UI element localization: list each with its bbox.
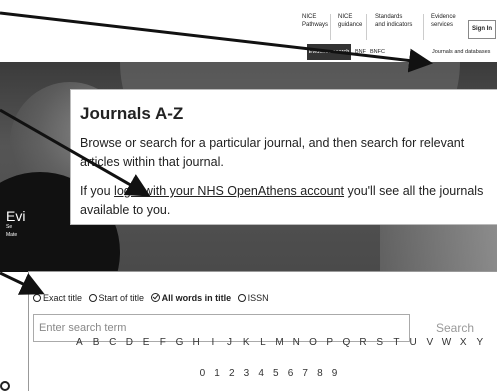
top-navigation: NICE Pathways NICE guidance Standards an… [256, 8, 497, 44]
sign-in-button[interactable]: Sign In [468, 20, 496, 39]
nav-label-line2: and indicators [375, 22, 413, 28]
letter-link[interactable]: N [288, 337, 305, 348]
letter-link[interactable]: I [205, 337, 222, 348]
login-note-prefix: If you [80, 184, 115, 198]
number-link[interactable]: 0 [195, 368, 210, 379]
hero-subtitle: Se [6, 224, 13, 230]
radio-unchecked-icon [88, 293, 97, 302]
letter-link[interactable]: L [255, 337, 272, 348]
radio-issn[interactable]: ISSN [237, 292, 269, 303]
radio-label: Start of title [98, 292, 145, 303]
letter-link[interactable]: W [438, 337, 455, 348]
letter-link[interactable]: A [71, 337, 88, 348]
letter-link[interactable]: P [321, 337, 338, 348]
alphabet-index: ABCDEFGHIJKLMNOPQRSTUVWXY [71, 337, 483, 348]
subnav-journals-databases[interactable]: Journals and databases [432, 44, 490, 60]
letter-link[interactable]: E [138, 337, 155, 348]
letter-link[interactable]: F [154, 337, 171, 348]
letter-link[interactable]: S [371, 337, 388, 348]
nav-divider [366, 14, 367, 40]
nav-standards-indicators[interactable]: Standards and indicators [375, 8, 412, 44]
number-link[interactable]: 8 [313, 368, 328, 379]
letter-link[interactable]: U [405, 337, 422, 348]
radio-start-of-title[interactable]: Start of title [88, 292, 145, 303]
subnav-bnfc[interactable]: BNFC [370, 44, 385, 60]
nav-label-line2: services [431, 22, 454, 28]
letter-link[interactable]: X [455, 337, 472, 348]
number-link[interactable]: 3 [239, 368, 254, 379]
radio-exact-title[interactable]: Exact title [33, 293, 82, 303]
openathens-login-link[interactable]: login with your NHS OpenAthens account [114, 184, 344, 198]
letter-link[interactable]: Q [338, 337, 355, 348]
number-link[interactable]: 5 [268, 368, 283, 379]
letter-link[interactable]: D [121, 337, 138, 348]
panel-title: Journals A-Z [80, 104, 184, 123]
radio-unchecked-icon [33, 293, 41, 302]
letter-link[interactable]: M [271, 337, 288, 348]
nav-label-line1: NICE [302, 14, 317, 20]
evidence-subnav: Evidence search BNF BNFC Journals and da… [256, 44, 497, 61]
panel-login-note: If you login with your NHS OpenAthens ac… [80, 182, 497, 220]
partial-circle-icon [0, 381, 10, 391]
number-link[interactable]: 7 [298, 368, 313, 379]
number-link[interactable]: 2 [224, 368, 239, 379]
radio-unchecked-icon [237, 293, 246, 302]
nav-nice-pathways[interactable]: NICE Pathways [302, 8, 328, 44]
nav-evidence-services[interactable]: Evidence services [431, 8, 456, 44]
nav-nice-guidance[interactable]: NICE guidance [338, 8, 362, 44]
subnav-bnf[interactable]: BNF [355, 44, 366, 60]
number-link[interactable]: 1 [210, 368, 225, 379]
panel-description: Browse or search for a particular journa… [80, 136, 465, 169]
radio-all-words-in-title[interactable]: All words in title [150, 292, 232, 303]
number-link[interactable]: 6 [283, 368, 298, 379]
radio-checked-icon [150, 292, 160, 302]
radio-label: ISSN [247, 292, 269, 303]
letter-link[interactable]: O [305, 337, 322, 348]
journals-az-panel: Journals A-Z Browse or search for a part… [70, 89, 497, 225]
number-link[interactable]: 9 [327, 368, 342, 379]
number-index: 0123456789 [195, 368, 342, 379]
letter-link[interactable]: J [221, 337, 238, 348]
nav-label-line2: guidance [338, 22, 363, 28]
radio-label: Exact title [43, 292, 83, 303]
letter-link[interactable]: R [355, 337, 372, 348]
letter-link[interactable]: C [104, 337, 121, 348]
letter-link[interactable]: G [171, 337, 188, 348]
nav-label-line2: Pathways [302, 22, 329, 28]
nav-divider [330, 14, 331, 40]
journal-search-panel: Exact title Start of title All words in … [28, 271, 497, 391]
letter-link[interactable]: K [238, 337, 255, 348]
search-mode-options: Exact title Start of title All words in … [33, 292, 273, 304]
number-link[interactable]: 4 [254, 368, 269, 379]
nav-label-line1: NICE [338, 14, 353, 20]
radio-label: All words in title [161, 292, 232, 303]
letter-link[interactable]: T [388, 337, 405, 348]
nav-label-line1: Evidence [431, 14, 456, 20]
letter-link[interactable]: V [421, 337, 438, 348]
hero-subtitle: Mate [6, 232, 18, 238]
hero-title: Evi [6, 208, 26, 224]
letter-link[interactable]: H [188, 337, 205, 348]
nav-divider [423, 14, 424, 40]
nav-label-line1: Standards [375, 14, 403, 20]
letter-link[interactable]: B [88, 337, 105, 348]
subnav-evidence-search[interactable]: Evidence search [307, 44, 351, 60]
letter-link[interactable]: Y [472, 337, 489, 348]
